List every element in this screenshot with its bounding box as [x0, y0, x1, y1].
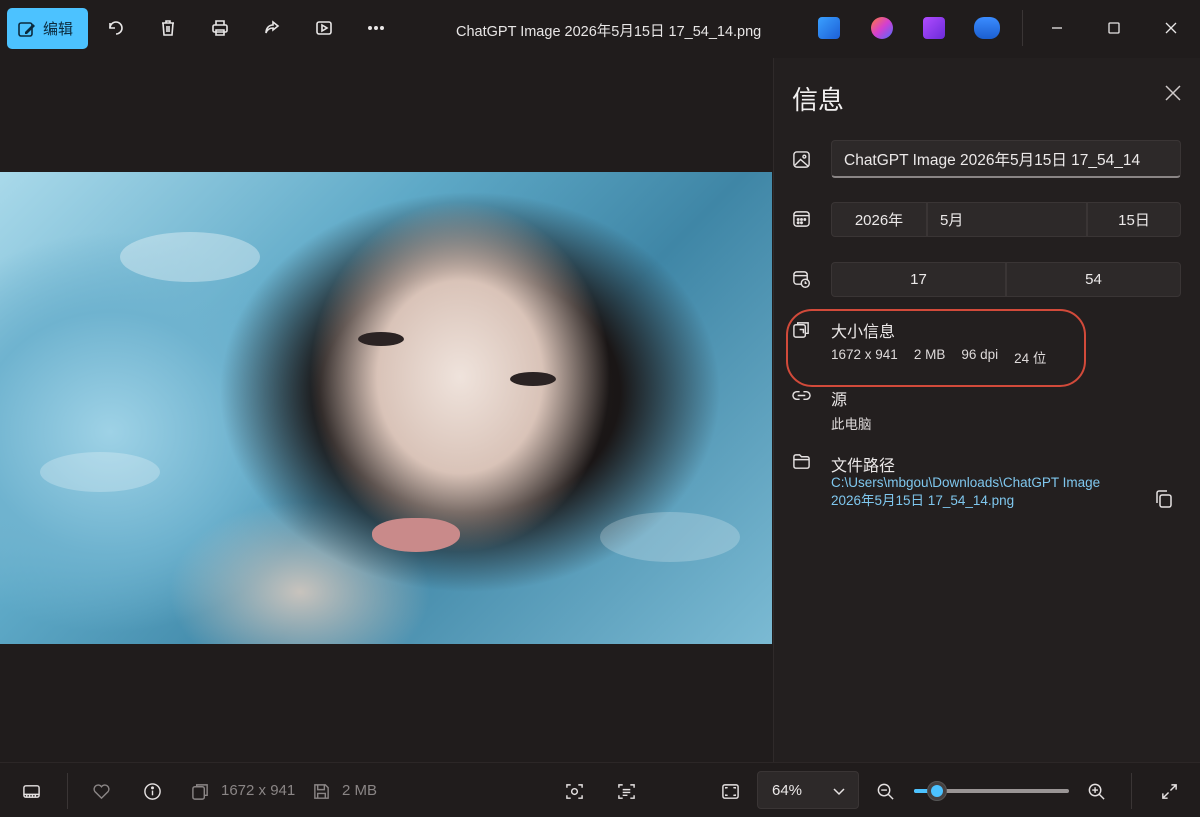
- status-divider: [1131, 773, 1132, 809]
- copilot-app-icon[interactable]: [871, 17, 893, 39]
- more-icon[interactable]: [364, 16, 388, 40]
- water-light-reflection: [120, 232, 260, 282]
- zoom-slider[interactable]: [914, 781, 1069, 801]
- photo-lips: [372, 518, 460, 552]
- day-field[interactable]: 15日: [1087, 202, 1181, 237]
- source-title: 源: [831, 392, 848, 409]
- zoom-level-dropdown[interactable]: 64%: [757, 771, 859, 809]
- link-icon: [792, 386, 812, 406]
- visual-search-icon[interactable]: [562, 779, 586, 803]
- source-value: 此电脑: [831, 417, 872, 432]
- water-light-reflection: [600, 512, 740, 562]
- edit-button-label: 编辑: [43, 21, 74, 38]
- save-disk-icon: [309, 779, 333, 803]
- panel-close-button[interactable]: [1164, 84, 1184, 104]
- info-panel: 信息 ChatGPT Image 2026年5月15日 17_54_14 202…: [773, 58, 1200, 762]
- file-path-title: 文件路径: [831, 458, 896, 475]
- zoom-slider-thumb[interactable]: [927, 781, 948, 801]
- window-title: ChatGPT Image 2026年5月15日 17_54_14.png: [456, 24, 762, 40]
- rotate-icon[interactable]: [104, 16, 128, 40]
- minimize-icon: [1052, 27, 1062, 29]
- panel-title: 信息: [792, 85, 845, 115]
- toolbar-divider: [1022, 10, 1023, 46]
- close-icon: [1165, 85, 1181, 101]
- status-divider: [67, 773, 68, 809]
- favorite-heart-icon[interactable]: [89, 779, 113, 803]
- photos-app-icon[interactable]: [818, 17, 840, 39]
- title-bar: 编辑 ChatGPT Image 2026年5月15日 17_54_14.png: [0, 0, 1200, 58]
- zoom-level-value: 64%: [772, 781, 803, 799]
- minute-field[interactable]: 54: [1006, 262, 1181, 297]
- slideshow-icon[interactable]: [312, 16, 336, 40]
- image-viewer[interactable]: [0, 58, 772, 762]
- status-file-size: 2 MB: [342, 782, 378, 799]
- file-path-link[interactable]: C:\Users\mbgou\Downloads\ChatGPT Image 2…: [831, 474, 1131, 510]
- photo-underwater-portrait[interactable]: [0, 172, 772, 644]
- filmstrip-icon[interactable]: [19, 779, 43, 803]
- date-picker[interactable]: 2026年 5月 15日: [831, 202, 1181, 237]
- close-window-button[interactable]: [1156, 12, 1186, 44]
- size-info-highlight-annotation: [786, 309, 1086, 387]
- photo-eye: [358, 332, 404, 346]
- image-icon: [792, 150, 812, 170]
- onedrive-app-icon[interactable]: [974, 17, 1000, 39]
- info-icon[interactable]: [140, 779, 164, 803]
- dimensions-icon: [188, 779, 212, 803]
- edit-image-icon: [18, 21, 35, 37]
- maximize-button[interactable]: [1099, 12, 1129, 44]
- month-field[interactable]: 5月: [927, 202, 1087, 237]
- print-icon[interactable]: [208, 16, 232, 40]
- water-light-reflection: [40, 452, 160, 492]
- maximize-icon: [1108, 22, 1120, 34]
- calendar-icon: [792, 209, 812, 229]
- fullscreen-icon[interactable]: [1157, 779, 1181, 803]
- minimize-button[interactable]: [1042, 12, 1072, 44]
- fit-to-window-icon[interactable]: [718, 779, 742, 803]
- folder-icon: [792, 452, 812, 472]
- share-icon[interactable]: [260, 16, 284, 40]
- edit-button[interactable]: 编辑: [7, 8, 88, 49]
- status-dimensions: 1672 x 941: [221, 782, 296, 799]
- hour-field[interactable]: 17: [831, 262, 1006, 297]
- delete-icon[interactable]: [156, 16, 180, 40]
- file-name-field[interactable]: ChatGPT Image 2026年5月15日 17_54_14: [831, 140, 1181, 178]
- file-path-line: C:\Users\mbgou\Downloads\ChatGPT Image: [831, 475, 1101, 490]
- clipchamp-app-icon[interactable]: [923, 17, 945, 39]
- time-picker[interactable]: 17 54: [831, 262, 1181, 297]
- calendar-clock-icon: [792, 269, 812, 289]
- chevron-down-icon: [832, 784, 846, 798]
- photo-eye: [510, 372, 556, 386]
- zoom-in-icon[interactable]: [1084, 779, 1108, 803]
- copy-icon: [1156, 490, 1172, 508]
- file-path-line: 2026年5月15日 17_54_14.png: [831, 493, 1015, 508]
- zoom-out-icon[interactable]: [873, 779, 897, 803]
- close-icon: [1165, 22, 1177, 34]
- year-field[interactable]: 2026年: [831, 202, 927, 237]
- status-bar: 1672 x 941 2 MB 64%: [0, 762, 1200, 817]
- text-scan-icon[interactable]: [614, 779, 638, 803]
- copy-path-button[interactable]: [1154, 489, 1176, 511]
